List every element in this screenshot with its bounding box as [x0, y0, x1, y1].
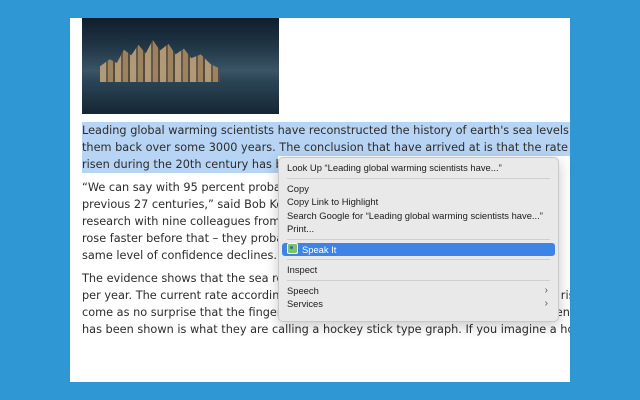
- speak-it-extension-icon: [287, 242, 298, 254]
- menu-item-look-up[interactable]: Look Up “Leading global warming scientis…: [279, 161, 558, 175]
- flood-water: [82, 82, 279, 114]
- text-line: Leading global warming scientists have r…: [82, 122, 570, 139]
- menu-item-print[interactable]: Print...: [279, 222, 558, 236]
- menu-item-speak-it[interactable]: Speak It: [282, 242, 555, 256]
- menu-item-inspect[interactable]: Inspect: [279, 263, 558, 277]
- text-line: risen during the 20th century has be: [82, 156, 290, 173]
- menu-item-copy-link-to-highlight[interactable]: Copy Link to Highlight: [279, 195, 558, 209]
- flooded-city-image: [82, 18, 279, 114]
- menu-item-search-google[interactable]: Search Google for “Leading global warmin…: [279, 209, 558, 223]
- menu-item-label: Speak It: [302, 243, 337, 255]
- menu-item-label: Services: [287, 298, 323, 309]
- context-menu: Look Up “Leading global warming scientis…: [278, 157, 559, 322]
- text-line: them back over some 3000 years. The conc…: [82, 139, 570, 156]
- menu-separator: [287, 238, 550, 240]
- menu-item-services[interactable]: Services ›: [279, 297, 558, 311]
- menu-separator: [287, 177, 550, 179]
- menu-item-speech[interactable]: Speech ›: [279, 284, 558, 298]
- city-skyline: [100, 40, 220, 88]
- text-line: has been shown is what they are calling …: [82, 323, 570, 336]
- menu-item-copy[interactable]: Copy: [279, 182, 558, 196]
- menu-separator: [287, 259, 550, 260]
- chevron-right-icon: ›: [544, 284, 548, 296]
- chevron-right-icon: ›: [544, 298, 548, 309]
- menu-item-label: Speech: [287, 284, 319, 296]
- menu-separator: [287, 279, 550, 281]
